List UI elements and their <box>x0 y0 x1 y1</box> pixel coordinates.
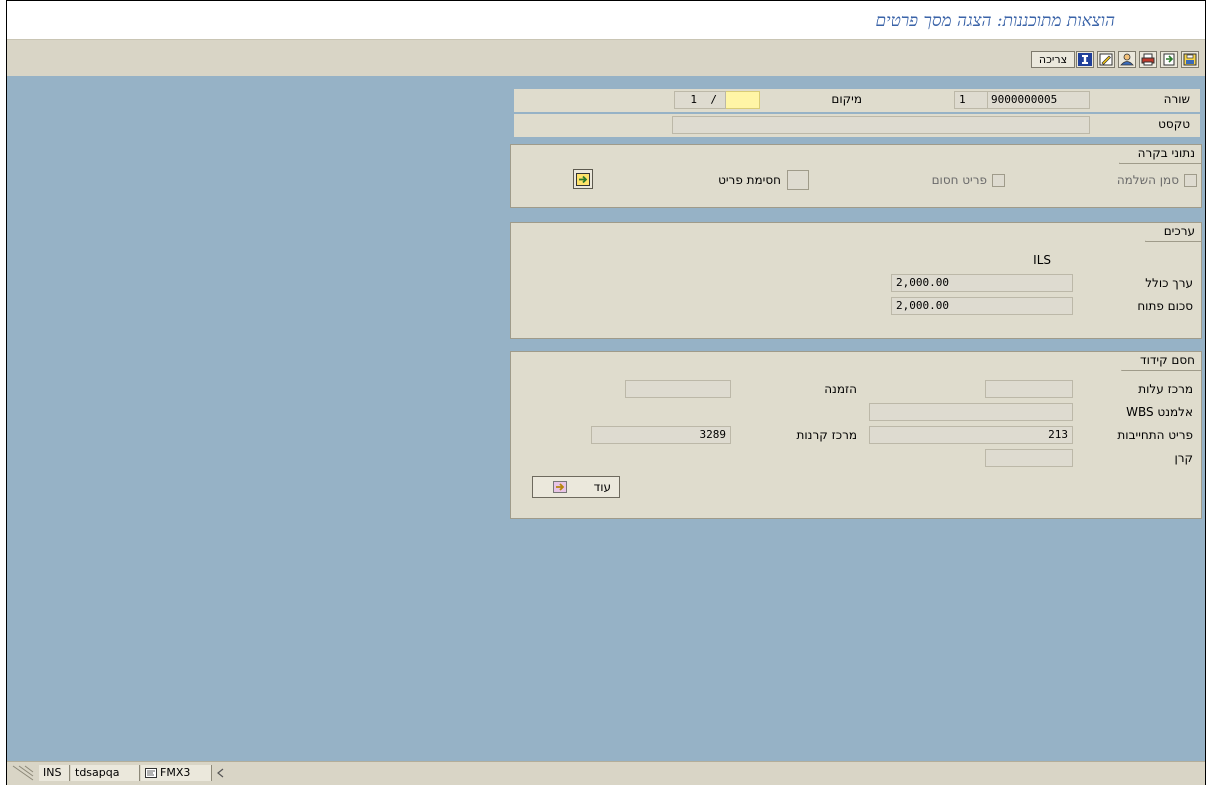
coding-block-title: חסם קידוד <box>1121 352 1201 371</box>
location-input[interactable] <box>724 91 760 109</box>
row-number-field[interactable]: 1 <box>954 91 988 109</box>
export-button[interactable] <box>1160 51 1178 68</box>
funds-center-label: מרכז קרנות <box>796 428 858 442</box>
transaction-code[interactable]: FMX3 <box>141 765 212 781</box>
more-button[interactable]: עוד <box>532 476 620 498</box>
location-page-field: 1 / <box>674 91 726 109</box>
edit-button[interactable] <box>1097 51 1115 68</box>
window-title: הוצאות מתוכננות: הצגה מסך פרטים <box>875 11 1116 31</box>
wbs-field[interactable] <box>869 403 1073 421</box>
application-toolbar: צריכה <box>7 39 1205 77</box>
cost-center-label: מרכז עלות <box>1138 382 1193 396</box>
sap-window: הוצאות מתוכננות: הצגה מסך פרטים צריכה שו… <box>6 0 1206 785</box>
total-value-field[interactable]: 2,000.00 <box>891 274 1073 292</box>
fund-label: קרן <box>1174 451 1193 465</box>
completion-flag-label: סמן השלמה <box>1116 173 1179 187</box>
more-label: עוד <box>593 480 611 494</box>
print-button[interactable] <box>1139 51 1157 68</box>
transaction-icon <box>145 768 157 778</box>
user-icon <box>1120 53 1134 66</box>
export-icon <box>1163 53 1175 66</box>
input-mode: INS <box>39 765 70 781</box>
commitment-item-field[interactable]: 213 <box>869 426 1073 444</box>
cost-center-field[interactable] <box>985 380 1073 398</box>
blocked-item-label: פריט חסום <box>931 173 987 187</box>
completion-flag-checkbox[interactable] <box>1184 174 1197 187</box>
arrow-right-icon <box>576 172 590 186</box>
server-name: tdsapqa <box>71 765 140 781</box>
control-data-title: נתוני בקרה <box>1118 145 1201 164</box>
text-field[interactable] <box>672 116 1090 134</box>
wbs-label: אלמנט WBS <box>1126 405 1193 419</box>
funds-center-field[interactable]: 3289 <box>591 426 731 444</box>
consumption-button[interactable]: צריכה <box>1031 51 1075 68</box>
values-title: ערכים <box>1144 223 1201 242</box>
total-value-label: ערך כולל <box>1145 276 1193 290</box>
document-number-field[interactable]: 9000000005 <box>986 91 1090 109</box>
status-bar: INS tdsapqa FMX3 <box>7 761 1205 785</box>
open-amount-label: סכום פתוח <box>1137 299 1193 313</box>
row-line-panel: שורה 9000000005 1 מיקום 1 / <box>514 89 1200 112</box>
info-icon <box>1078 53 1092 66</box>
currency-label: ILS <box>1033 253 1051 267</box>
control-data-group: נתוני בקרה סמן השלמה פריט חסום חסימת פרי… <box>510 144 1202 208</box>
arrow-right-icon <box>553 481 567 493</box>
order-label: הזמנה <box>824 382 857 396</box>
values-group: ערכים ILS ערך כולל 2,000.00 סכום פתוח 2,… <box>510 222 1202 339</box>
save-icon <box>1183 53 1197 66</box>
page-number: 1 <box>690 93 697 106</box>
location-label: מיקום <box>831 92 862 106</box>
title-bar: הוצאות מתוכננות: הצגה מסך פרטים <box>7 1 1205 39</box>
open-amount-field[interactable]: 2,000.00 <box>891 297 1073 315</box>
main-content: שורה 9000000005 1 מיקום 1 / טקסט נתוני ב… <box>7 76 1205 762</box>
save-button[interactable] <box>1181 51 1199 68</box>
coding-block-group: חסם קידוד מרכז עלות הזמנה אלמנט WBS פריט… <box>510 351 1202 519</box>
collapse-arrow-icon[interactable] <box>217 768 225 778</box>
print-icon <box>1141 53 1155 66</box>
item-block-label: חסימת פריט <box>718 173 781 187</box>
commitment-item-label: פריט התחייבות <box>1117 428 1193 442</box>
row-label: שורה <box>1163 92 1190 106</box>
text-label: טקסט <box>1158 117 1190 131</box>
blocked-item-checkbox[interactable] <box>992 174 1005 187</box>
order-field[interactable] <box>625 380 731 398</box>
page-separator: / <box>710 93 717 106</box>
resize-grip-icon <box>12 765 34 781</box>
info-button[interactable] <box>1076 51 1094 68</box>
user-button[interactable] <box>1118 51 1136 68</box>
edit-icon <box>1099 53 1113 66</box>
details-button[interactable] <box>573 169 593 189</box>
transaction-code-label: FMX3 <box>160 766 191 779</box>
fund-field[interactable] <box>985 449 1073 467</box>
item-block-field[interactable] <box>787 170 809 190</box>
text-line-panel: טקסט <box>514 114 1200 137</box>
